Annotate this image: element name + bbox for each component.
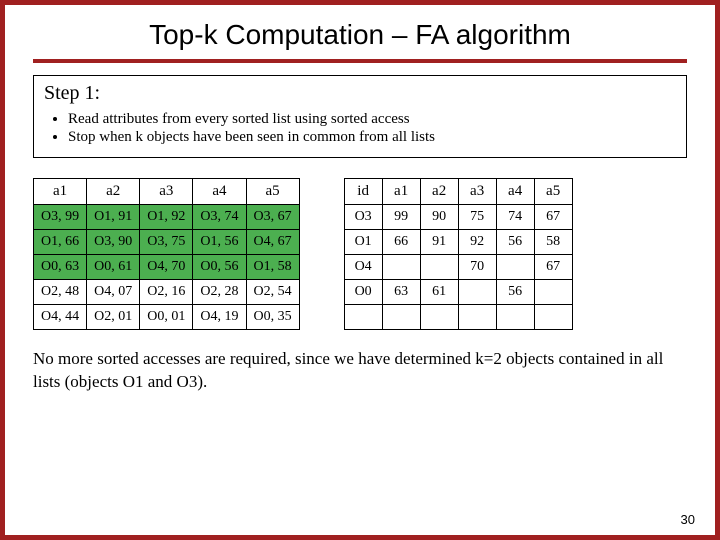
- table-row: [344, 305, 572, 330]
- table-cell: 66: [382, 230, 420, 255]
- col-header: a2: [420, 179, 458, 205]
- table-cell: [458, 305, 496, 330]
- col-header: a1: [34, 179, 87, 205]
- table-cell: [496, 255, 534, 280]
- col-header: a5: [534, 179, 572, 205]
- col-header: a5: [246, 179, 299, 205]
- table-row: O4, 44O2, 01O0, 01O4, 19O0, 35: [34, 305, 300, 330]
- table-cell: 92: [458, 230, 496, 255]
- table-cell: O3: [344, 205, 382, 230]
- step-box: Step 1: Read attributes from every sorte…: [33, 75, 687, 158]
- bullet-item: Stop when k objects have been seen in co…: [68, 129, 676, 146]
- table-cell: [458, 280, 496, 305]
- table-cell: 99: [382, 205, 420, 230]
- table-cell: [496, 305, 534, 330]
- table-cell: O0, 61: [87, 255, 140, 280]
- table-cell: [420, 255, 458, 280]
- slide-title: Top-k Computation – FA algorithm: [33, 19, 687, 51]
- table-cell: [420, 305, 458, 330]
- table-cell: O1, 58: [246, 255, 299, 280]
- title-rule: [33, 59, 687, 63]
- sorted-lists-table: a1a2a3a4a5 O3, 99O1, 91O1, 92O3, 74O3, 6…: [33, 178, 300, 330]
- table-cell: [534, 280, 572, 305]
- conclusion-text: No more sorted accesses are required, si…: [33, 348, 687, 394]
- table-cell: O4, 44: [34, 305, 87, 330]
- col-header: a2: [87, 179, 140, 205]
- table-cell: O0, 01: [140, 305, 193, 330]
- table-cell: O4: [344, 255, 382, 280]
- table-cell: 61: [420, 280, 458, 305]
- table-cell: 74: [496, 205, 534, 230]
- table-cell: O3, 75: [140, 230, 193, 255]
- table-cell: O0: [344, 280, 382, 305]
- col-header: a3: [458, 179, 496, 205]
- table-cell: [382, 305, 420, 330]
- tables-row: a1a2a3a4a5 O3, 99O1, 91O1, 92O3, 74O3, 6…: [33, 178, 687, 330]
- table-row: O39990757467: [344, 205, 572, 230]
- table-cell: [534, 305, 572, 330]
- table-cell: 56: [496, 280, 534, 305]
- table-cell: O3, 90: [87, 230, 140, 255]
- table-cell: O2, 28: [193, 280, 246, 305]
- step-heading: Step 1:: [44, 82, 676, 105]
- table-cell: O4, 19: [193, 305, 246, 330]
- table-cell: O3, 99: [34, 205, 87, 230]
- table-cell: O1: [344, 230, 382, 255]
- table-cell: 63: [382, 280, 420, 305]
- table-cell: O3, 74: [193, 205, 246, 230]
- table-cell: O1, 56: [193, 230, 246, 255]
- table-cell: O4, 07: [87, 280, 140, 305]
- table-cell: 67: [534, 255, 572, 280]
- table-row: O3, 99O1, 91O1, 92O3, 74O3, 67: [34, 205, 300, 230]
- table-cell: 67: [534, 205, 572, 230]
- table-cell: O1, 91: [87, 205, 140, 230]
- col-header: a4: [496, 179, 534, 205]
- table-row: O4 70 67: [344, 255, 572, 280]
- table-row: O1, 66O3, 90O3, 75O1, 56O4, 67: [34, 230, 300, 255]
- table-cell: 90: [420, 205, 458, 230]
- table-cell: O0, 63: [34, 255, 87, 280]
- table-cell: O0, 35: [246, 305, 299, 330]
- table-cell: O4, 67: [246, 230, 299, 255]
- table-row: O06361 56: [344, 280, 572, 305]
- col-header: a1: [382, 179, 420, 205]
- page-number: 30: [681, 512, 695, 527]
- table-cell: 75: [458, 205, 496, 230]
- table-cell: 56: [496, 230, 534, 255]
- table-cell: O0, 56: [193, 255, 246, 280]
- table-row: O16691925658: [344, 230, 572, 255]
- table-cell: O2, 01: [87, 305, 140, 330]
- table-cell: O2, 16: [140, 280, 193, 305]
- table-cell: 70: [458, 255, 496, 280]
- bullet-item: Read attributes from every sorted list u…: [68, 111, 676, 128]
- table-row: O2, 48O4, 07O2, 16O2, 28O2, 54: [34, 280, 300, 305]
- step-bullets: Read attributes from every sorted list u…: [44, 111, 676, 146]
- col-header: a3: [140, 179, 193, 205]
- table-cell: O4, 70: [140, 255, 193, 280]
- col-header: id: [344, 179, 382, 205]
- table-cell: O2, 54: [246, 280, 299, 305]
- table-cell: [382, 255, 420, 280]
- table-cell: O1, 66: [34, 230, 87, 255]
- table-cell: [344, 305, 382, 330]
- table-cell: O2, 48: [34, 280, 87, 305]
- objects-table: ida1a2a3a4a5 O39990757467O16691925658O4 …: [344, 178, 573, 330]
- col-header: a4: [193, 179, 246, 205]
- table-row: O0, 63O0, 61O4, 70O0, 56O1, 58: [34, 255, 300, 280]
- table-cell: O1, 92: [140, 205, 193, 230]
- table-cell: 91: [420, 230, 458, 255]
- table-cell: 58: [534, 230, 572, 255]
- table-cell: O3, 67: [246, 205, 299, 230]
